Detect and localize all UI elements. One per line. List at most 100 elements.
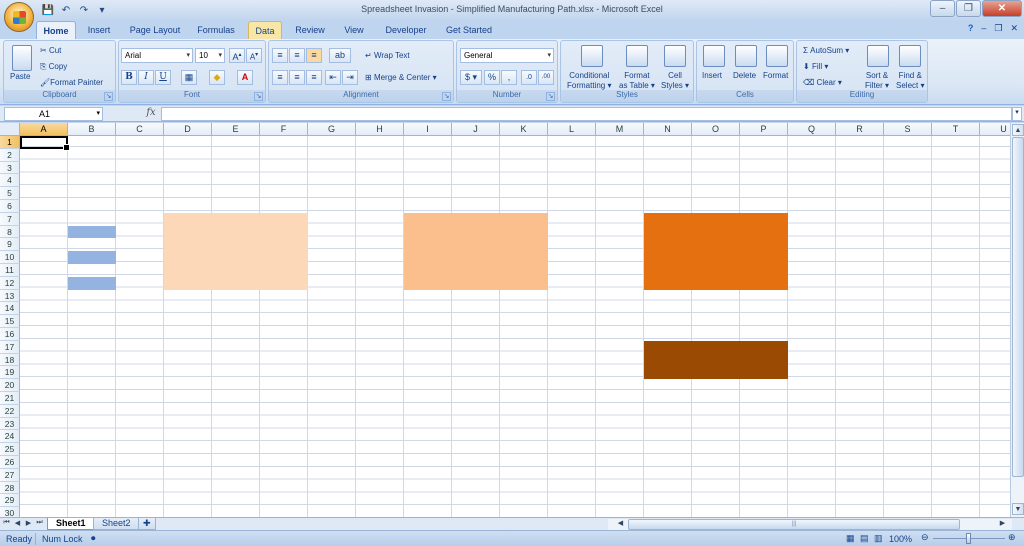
row-header-2[interactable]: 2 xyxy=(0,148,20,162)
tab-insert[interactable]: Insert xyxy=(80,21,118,39)
zoom-out-icon[interactable]: ⊖ xyxy=(921,532,929,543)
row-header-5[interactable]: 5 xyxy=(0,187,20,200)
underline-button[interactable]: U xyxy=(155,70,171,85)
row-header-24[interactable]: 24 xyxy=(0,430,20,444)
normal-view-icon[interactable]: ▦ xyxy=(846,533,855,544)
paste-button[interactable]: Paste xyxy=(10,72,30,81)
page-break-view-icon[interactable]: ▥ xyxy=(874,533,883,544)
column-header-d[interactable]: D xyxy=(164,123,212,136)
font-color-icon[interactable]: A xyxy=(237,70,253,85)
row-header-25[interactable]: 25 xyxy=(0,443,20,456)
next-sheet-icon[interactable]: ▶ xyxy=(24,519,33,530)
zoom-slider-thumb[interactable] xyxy=(966,533,971,544)
clipboard-launcher-icon[interactable]: ↘ xyxy=(104,92,113,101)
name-box[interactable]: A1 ▾ xyxy=(4,107,103,121)
scroll-up-icon[interactable]: ▲ xyxy=(1012,124,1024,136)
row-header-14[interactable]: 14 xyxy=(0,302,20,316)
row-header-17[interactable]: 17 xyxy=(0,340,20,354)
blue-bar-row-12[interactable] xyxy=(68,276,116,290)
tab-home[interactable]: Home xyxy=(36,21,76,39)
scroll-right-icon[interactable]: ▶ xyxy=(998,519,1007,530)
insert-sheet-icon[interactable]: ✚ xyxy=(138,518,156,530)
row-header-7[interactable]: 7 xyxy=(0,212,20,226)
row-header-27[interactable]: 27 xyxy=(0,468,20,482)
column-header-a[interactable]: A xyxy=(20,123,68,136)
column-header-f[interactable]: F xyxy=(260,123,308,136)
help-icon[interactable]: ? xyxy=(968,23,974,34)
select-all-button[interactable] xyxy=(0,123,20,136)
cells-area[interactable] xyxy=(20,136,1010,517)
comma-button[interactable]: , xyxy=(501,70,517,85)
increase-indent-icon[interactable]: ⇥ xyxy=(342,70,358,85)
bold-button[interactable]: B xyxy=(121,70,137,85)
borders-icon[interactable]: ▦ xyxy=(181,70,197,85)
italic-button[interactable]: I xyxy=(138,70,154,85)
row-header-22[interactable]: 22 xyxy=(0,404,20,418)
expand-formula-bar-icon[interactable]: ▾ xyxy=(1012,107,1022,121)
autosum-button[interactable]: Σ AutoSum ▾ xyxy=(803,46,849,55)
horizontal-scrollbar[interactable]: ◀ ||| ▶ xyxy=(608,519,1012,530)
blue-bar-row-10[interactable] xyxy=(68,251,116,264)
font-size-combo[interactable]: 10 ▾ xyxy=(195,48,225,63)
page-layout-view-icon[interactable]: ▤ xyxy=(860,533,869,544)
column-header-m[interactable]: M xyxy=(596,123,644,136)
format-painter-button[interactable]: 🖌Format Painter xyxy=(40,78,103,87)
orientation-icon[interactable]: ab xyxy=(329,48,351,63)
delete-cells-button[interactable]: Delete xyxy=(733,71,756,80)
column-header-t[interactable]: T xyxy=(932,123,980,136)
row-header-9[interactable]: 9 xyxy=(0,238,20,252)
row-header-21[interactable]: 21 xyxy=(0,392,20,405)
ribbon-close-icon[interactable]: ✕ xyxy=(1010,23,1018,34)
tab-view[interactable]: View xyxy=(336,21,372,39)
align-top-icon[interactable]: ≡ xyxy=(272,48,288,63)
scroll-left-icon[interactable]: ◀ xyxy=(616,519,625,530)
column-header-l[interactable]: L xyxy=(548,123,596,136)
minimize-button[interactable]: – xyxy=(930,0,955,17)
prev-sheet-icon[interactable]: ◀ xyxy=(13,519,22,530)
column-header-q[interactable]: Q xyxy=(788,123,836,136)
sheet-tab-sheet2[interactable]: Sheet2 xyxy=(93,518,140,530)
cell-styles-button[interactable]: Cell Styles ▾ xyxy=(661,71,689,91)
font-launcher-icon[interactable]: ↘ xyxy=(254,92,263,101)
align-center-icon[interactable]: ≡ xyxy=(289,70,305,85)
horizontal-scroll-thumb[interactable]: ||| xyxy=(628,519,960,530)
conditional-formatting-button[interactable]: Conditional Formatting ▾ xyxy=(567,71,611,91)
row-header-19[interactable]: 19 xyxy=(0,366,20,380)
align-left-icon[interactable]: ≡ xyxy=(272,70,288,85)
column-header-s[interactable]: S xyxy=(884,123,932,136)
tab-get-started[interactable]: Get Started xyxy=(440,21,498,39)
fill-color-icon[interactable]: ◆ xyxy=(209,70,225,85)
row-header-28[interactable]: 28 xyxy=(0,481,20,495)
column-header-h[interactable]: H xyxy=(356,123,404,136)
clear-button[interactable]: ⌫ Clear ▾ xyxy=(803,78,842,87)
shrink-font-button[interactable]: A▾ xyxy=(246,48,262,63)
column-header-i[interactable]: I xyxy=(404,123,452,136)
column-header-b[interactable]: B xyxy=(68,123,116,136)
column-header-r[interactable]: R xyxy=(836,123,884,136)
formula-input[interactable] xyxy=(161,107,1012,121)
tab-developer[interactable]: Developer xyxy=(378,21,434,39)
orange-block[interactable] xyxy=(644,212,788,290)
paste-icon[interactable] xyxy=(12,45,32,71)
fill-button[interactable]: ⬇ Fill ▾ xyxy=(803,62,828,71)
find-select-button[interactable]: Find & Select ▾ xyxy=(896,71,924,91)
wrap-text-button[interactable]: ↵ Wrap Text xyxy=(365,51,410,60)
close-button[interactable]: ✕ xyxy=(982,0,1022,17)
light-orange-block[interactable] xyxy=(404,212,548,290)
zoom-in-icon[interactable]: ⊕ xyxy=(1008,532,1016,543)
tab-data[interactable]: Data xyxy=(248,21,282,39)
vertical-scroll-thumb[interactable] xyxy=(1012,137,1024,477)
restore-button[interactable]: ❐ xyxy=(956,0,981,17)
row-header-15[interactable]: 15 xyxy=(0,315,20,328)
alignment-launcher-icon[interactable]: ↘ xyxy=(442,92,451,101)
row-header-3[interactable]: 3 xyxy=(0,161,20,175)
align-right-icon[interactable]: ≡ xyxy=(306,70,322,85)
light-peach-block[interactable] xyxy=(164,212,308,290)
first-sheet-icon[interactable]: ⏮ xyxy=(2,519,11,530)
number-format-combo[interactable]: General ▾ xyxy=(460,48,554,63)
format-cells-button[interactable]: Format xyxy=(763,71,788,80)
brown-block[interactable] xyxy=(644,340,788,380)
office-button[interactable] xyxy=(4,2,34,32)
copy-button[interactable]: ⎘ Copy xyxy=(40,62,67,72)
zoom-level[interactable]: 100% xyxy=(889,534,912,544)
